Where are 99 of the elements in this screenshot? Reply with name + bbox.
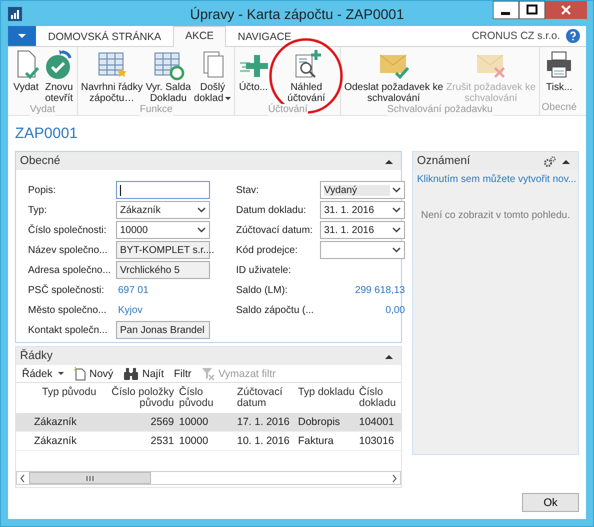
toolbar-button[interactable]: Řádek	[22, 368, 64, 380]
table-cell-text: 10000	[178, 416, 210, 428]
ribbon-button[interactable]: Znovu otevřít	[43, 49, 75, 104]
table-cell-text: 103016	[359, 436, 396, 446]
column-header[interactable]: Typ původu	[16, 387, 106, 398]
input-field[interactable]: Pan Jonas Brandel	[116, 321, 210, 339]
maximize-icon[interactable]	[519, 1, 545, 19]
table-cell-text: 104001	[359, 416, 396, 428]
field-label: ID uživatele:	[236, 264, 292, 276]
table-cell-text: Zákazník	[33, 416, 78, 428]
input-field[interactable]	[116, 181, 210, 199]
ribbon-group-label: Schvalování požadavku	[387, 104, 493, 117]
field-label: Saldo zápočtu (...	[236, 304, 315, 316]
ribbon-tab[interactable]: DOMOVSKÁ STRÁNKA	[36, 27, 174, 47]
ribbon-button[interactable]: Odeslat požadavek ke schvalování	[343, 49, 444, 104]
input-field[interactable]: Vydaný	[320, 181, 405, 199]
field-label: Adresa společno...	[28, 264, 112, 276]
chevron-down-icon[interactable]	[197, 227, 206, 233]
help-icon[interactable]	[566, 29, 580, 43]
page-title: ZAP0001	[15, 124, 79, 144]
caret-icon	[58, 372, 64, 376]
caret-icon	[225, 96, 232, 100]
toolbar-button[interactable]: Najít	[123, 368, 164, 380]
field-label: Kód prodejce:	[236, 244, 299, 256]
create-notification-link[interactable]: Kliknutím sem můžete vytvořit nov...	[413, 170, 578, 185]
ribbon-tab[interactable]: NAVIGACE	[226, 27, 304, 47]
ribbon-tab[interactable]: AKCE	[173, 26, 226, 47]
panel-title: Oznámení	[417, 155, 470, 167]
ok-button[interactable]: Ok	[522, 493, 579, 512]
table-row[interactable]: Zákazník 2569 10000 17. 1. 2016 Dobropis 104001	[16, 413, 401, 432]
ribbon-button[interactable]: Navrhni řádky zápočtu…	[80, 49, 144, 104]
field-link[interactable]: Kyjov	[116, 304, 210, 316]
chevron-down-icon[interactable]	[392, 247, 401, 253]
table-cell-text: Zákazník	[33, 436, 78, 446]
field-label: Popis:	[28, 184, 57, 196]
input-field[interactable]	[320, 241, 405, 259]
field-label: Typ:	[28, 204, 48, 216]
field-label: Stav:	[236, 184, 260, 196]
app-menu-button[interactable]	[8, 26, 36, 46]
field-label: Město společno...	[28, 304, 108, 316]
field-label: Datum dokladu:	[236, 204, 308, 216]
field-link[interactable]: 697 01	[116, 284, 210, 296]
window-title: Úpravy - Karta zápočtu - ZAP0001	[190, 6, 404, 22]
input-field[interactable]: 31. 1. 2016	[320, 221, 405, 239]
table-cell-text: 10000	[178, 436, 210, 446]
field-label: Číslo společnosti:	[28, 224, 108, 236]
minimize-icon[interactable]	[493, 1, 519, 19]
close-icon[interactable]	[545, 1, 587, 19]
field-label: Zúčtovací datum:	[236, 224, 314, 236]
table-cell-text: Faktura	[297, 436, 335, 446]
field-label: Kontakt společn...	[28, 324, 108, 336]
field-label: PSČ společnosti:	[28, 284, 106, 296]
clear-filter-icon	[201, 366, 216, 380]
column-header[interactable]: Typ dokladu	[294, 387, 359, 398]
table-cell-text: 2531	[150, 436, 174, 446]
chevron-down-icon[interactable]	[392, 207, 401, 213]
grip-icon[interactable]	[86, 476, 94, 480]
ribbon-group-label: Účtování	[268, 104, 308, 117]
table-cell-text: 2569	[150, 416, 174, 428]
input-field[interactable]: Vrchlického 5	[116, 261, 210, 279]
column-header[interactable]: Zúčtovací datum	[229, 387, 294, 409]
horizontal-scrollbar[interactable]	[16, 471, 401, 485]
empty-message: Není co zobrazit v tomto pohledu.	[420, 209, 571, 221]
ribbon-group-label: Vydat	[30, 104, 56, 117]
input-field[interactable]: Zákazník	[116, 201, 210, 219]
chevron-down-icon[interactable]	[392, 227, 401, 233]
input-field[interactable]: 31. 1. 2016	[320, 201, 405, 219]
company-name: CRONUS CZ s.r.o.	[472, 30, 560, 42]
field-label: Saldo (LM):	[236, 284, 289, 296]
table-row[interactable]: Zákazník 2531 10000 10. 1. 2016 Faktura 103016	[16, 432, 401, 451]
new-document-icon	[74, 366, 86, 380]
column-header[interactable]: Číslo dokladu	[359, 387, 399, 409]
field-value[interactable]: 0,00	[320, 304, 405, 316]
column-header[interactable]: Číslo položky původu	[106, 387, 174, 409]
gears-icon[interactable]	[544, 156, 556, 166]
table-cell-text: 10. 1. 2016	[236, 436, 291, 446]
table-cell-text: 17. 1. 2016	[236, 416, 291, 428]
collapse-icon[interactable]	[385, 354, 393, 358]
toolbar-button[interactable]: Nový	[74, 366, 114, 380]
collapse-icon[interactable]	[385, 158, 393, 164]
ribbon-button[interactable]: Vydat	[10, 49, 42, 104]
ribbon-button[interactable]: Vyr. Salda Dokladu	[144, 49, 192, 104]
ribbon-button[interactable]: Tisk...	[543, 49, 576, 102]
field-value[interactable]: 299 618,13	[320, 284, 405, 296]
chevron-down-icon[interactable]	[392, 187, 401, 193]
column-header[interactable]: Číslo původu	[174, 387, 229, 409]
binoculars-icon	[123, 368, 140, 380]
field-label: Název společno...	[28, 244, 108, 256]
ribbon-button[interactable]: Došlý doklad	[192, 49, 232, 104]
collapse-icon[interactable]	[562, 158, 570, 164]
ribbon-button[interactable]: Účto...	[237, 49, 270, 104]
toolbar-button[interactable]: Filtr	[174, 368, 192, 380]
input-field[interactable]: 10000	[116, 221, 210, 239]
app-icon	[8, 6, 22, 20]
chevron-down-icon[interactable]	[197, 207, 206, 213]
table-cell-text: Dobropis	[297, 416, 342, 428]
panel-title: Řádky	[20, 350, 53, 362]
ribbon-group-label: Funkce	[140, 104, 173, 117]
panel-title: Obecné	[20, 155, 60, 167]
